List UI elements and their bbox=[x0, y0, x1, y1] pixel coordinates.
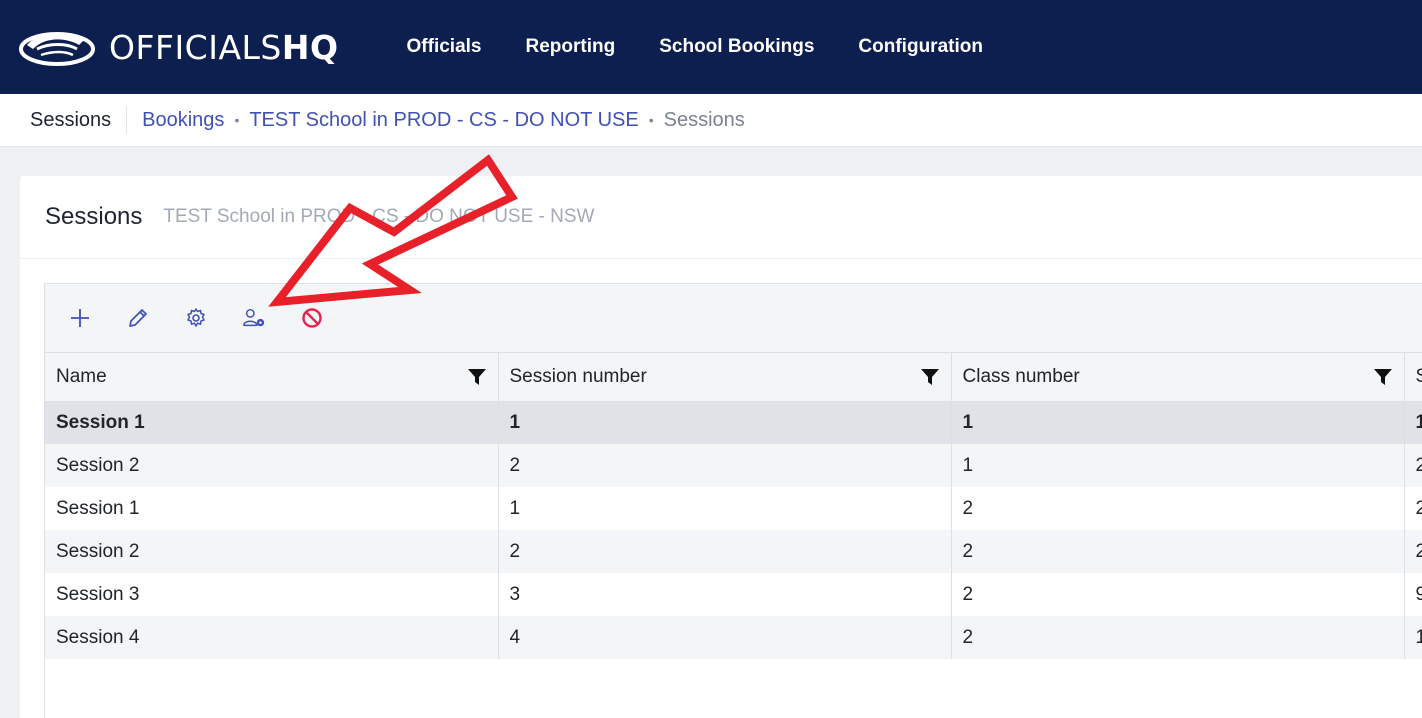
filter-icon[interactable] bbox=[1373, 367, 1393, 387]
cell-class-number: 2 bbox=[951, 530, 1405, 573]
cell-name: Session 1 bbox=[45, 401, 499, 444]
cell-class-number: 2 bbox=[951, 616, 1405, 659]
cell-extra: 9 bbox=[1404, 573, 1422, 616]
settings-button[interactable] bbox=[183, 305, 209, 331]
cell-session-number: 2 bbox=[498, 444, 952, 487]
breadcrumb-section-title: Sessions bbox=[30, 108, 112, 131]
cell-class-number: 1 bbox=[951, 444, 1405, 487]
gear-icon bbox=[187, 308, 205, 327]
nav-item-reporting[interactable]: Reporting bbox=[526, 36, 616, 58]
table-row[interactable]: Session 4 4 2 1 bbox=[45, 616, 1422, 659]
sessions-card: Sessions TEST School in PROD - CS - DO N… bbox=[20, 176, 1422, 718]
table-row[interactable]: Session 3 3 2 9 bbox=[45, 573, 1422, 616]
breadcrumb-bar: Sessions Bookings • TEST School in PROD … bbox=[0, 94, 1422, 147]
cell-extra: 1 bbox=[1404, 616, 1422, 659]
column-header-label: Session number bbox=[509, 365, 647, 387]
column-header-label: S bbox=[1416, 366, 1422, 387]
card-header: Sessions TEST School in PROD - CS - DO N… bbox=[20, 176, 1422, 259]
cell-extra: 2 bbox=[1404, 444, 1422, 487]
breadcrumb-link-bookings[interactable]: Bookings bbox=[142, 109, 224, 132]
nav-item-configuration[interactable]: Configuration bbox=[858, 36, 983, 58]
sessions-grid: Name Session number Class number Session… bbox=[44, 283, 1422, 718]
cancel-icon bbox=[302, 308, 322, 328]
page-title: Sessions bbox=[45, 203, 143, 230]
sessions-table: Name Session number Class number Session… bbox=[45, 353, 1422, 659]
cell-name: Session 4 bbox=[45, 616, 499, 659]
cell-extra: 2 bbox=[1404, 487, 1422, 530]
cancel-session-button[interactable] bbox=[299, 305, 325, 331]
nav-item-school-bookings[interactable]: School Bookings bbox=[659, 36, 814, 58]
table-header-row: Name Session number Class number bbox=[45, 353, 1422, 402]
filter-icon[interactable] bbox=[467, 367, 487, 387]
column-header-class-number[interactable]: Class number bbox=[951, 353, 1405, 402]
assign-officials-button[interactable] bbox=[241, 305, 267, 331]
table-row[interactable]: Session 2 2 2 2 bbox=[45, 530, 1422, 573]
cell-extra: 2 bbox=[1404, 530, 1422, 573]
grid-toolbar bbox=[45, 284, 1422, 353]
table-row[interactable]: Session 1 1 2 2 bbox=[45, 487, 1422, 530]
column-header-session-number[interactable]: Session number bbox=[498, 353, 952, 402]
cell-class-number: 2 bbox=[951, 573, 1405, 616]
breadcrumb-current: Sessions bbox=[663, 108, 745, 131]
cell-session-number: 1 bbox=[498, 401, 952, 444]
cell-session-number: 2 bbox=[498, 530, 952, 573]
column-header-label: Name bbox=[56, 365, 107, 387]
pencil-icon bbox=[129, 309, 147, 327]
breadcrumb-separator: • bbox=[234, 112, 240, 128]
column-header-extra[interactable]: S bbox=[1404, 353, 1422, 402]
main-nav: Officials Reporting School Bookings Conf… bbox=[407, 36, 1027, 58]
cell-name: Session 1 bbox=[45, 487, 499, 530]
cell-class-number: 1 bbox=[951, 401, 1405, 444]
brand-name: OFFICIALSHQ bbox=[109, 27, 339, 67]
brand-logo[interactable]: OFFICIALSHQ bbox=[19, 27, 339, 67]
cell-session-number: 1 bbox=[498, 487, 952, 530]
table-row[interactable]: Session 1 1 1 1 bbox=[45, 401, 1422, 444]
breadcrumb-separator: • bbox=[648, 112, 654, 128]
edit-button[interactable] bbox=[125, 305, 151, 331]
user-gear-icon bbox=[243, 308, 265, 327]
breadcrumb-divider bbox=[126, 106, 128, 134]
cell-session-number: 3 bbox=[498, 573, 952, 616]
cell-name: Session 2 bbox=[45, 530, 499, 573]
cell-name: Session 3 bbox=[45, 573, 499, 616]
column-header-name[interactable]: Name bbox=[45, 353, 499, 402]
cell-session-number: 4 bbox=[498, 616, 952, 659]
cell-extra: 1 bbox=[1404, 401, 1422, 444]
cell-name: Session 2 bbox=[45, 444, 499, 487]
table-row[interactable]: Session 2 2 1 2 bbox=[45, 444, 1422, 487]
column-header-label: Class number bbox=[962, 365, 1080, 387]
filter-icon[interactable] bbox=[920, 367, 940, 387]
top-navbar: OFFICIALSHQ Officials Reporting School B… bbox=[0, 0, 1422, 94]
page-subtitle: TEST School in PROD - CS - DO NOT USE - … bbox=[163, 206, 595, 227]
breadcrumb-link-school[interactable]: TEST School in PROD - CS - DO NOT USE bbox=[249, 109, 638, 132]
add-button[interactable] bbox=[67, 305, 93, 331]
whistle-logo-icon bbox=[19, 32, 95, 66]
nav-item-officials[interactable]: Officials bbox=[407, 36, 482, 58]
plus-icon bbox=[71, 309, 89, 327]
cell-class-number: 2 bbox=[951, 487, 1405, 530]
